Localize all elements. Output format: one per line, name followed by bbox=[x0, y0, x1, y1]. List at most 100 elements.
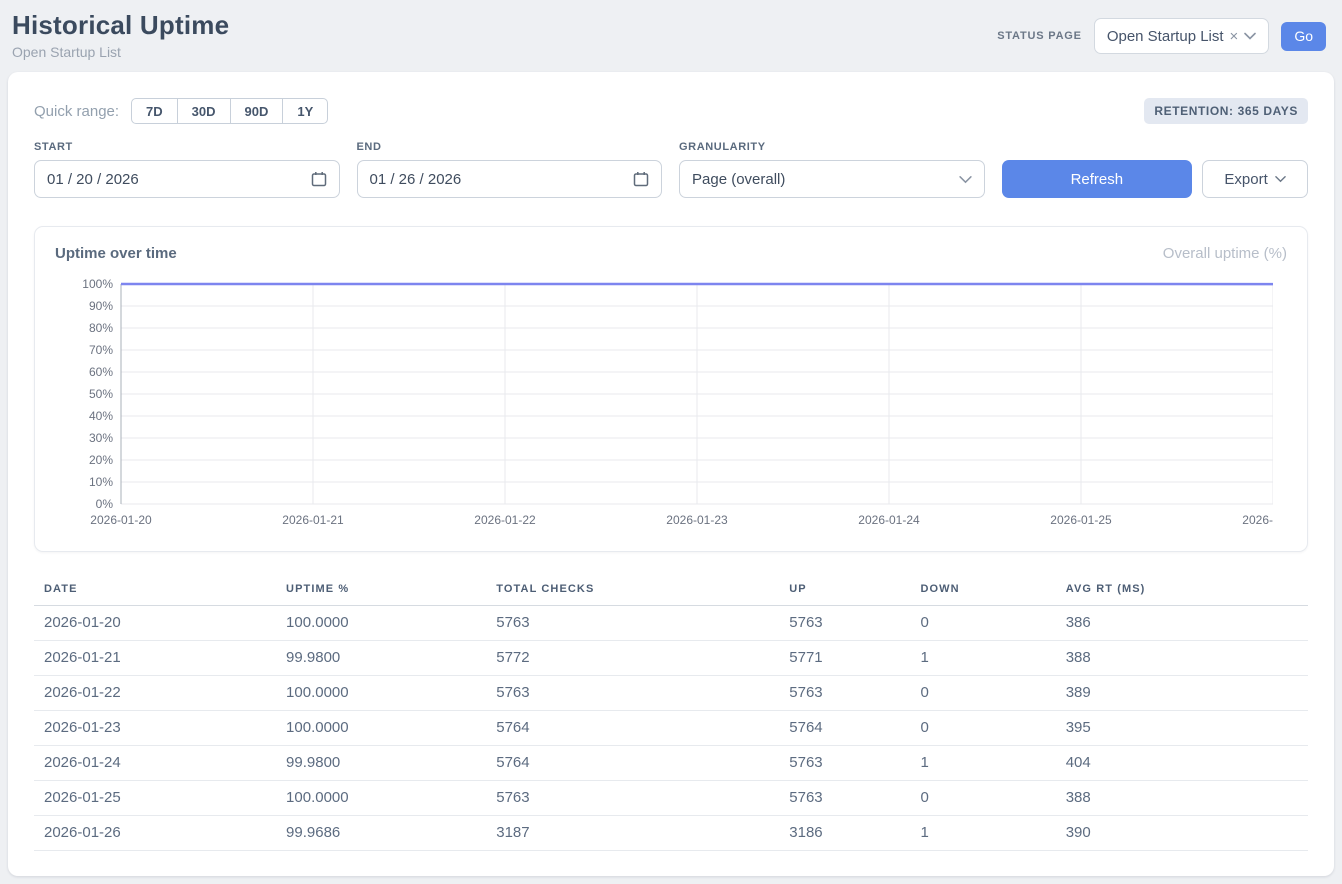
table-cell: 388 bbox=[1056, 641, 1308, 676]
page-subtitle: Open Startup List bbox=[12, 44, 229, 60]
svg-text:90%: 90% bbox=[89, 299, 113, 313]
svg-text:0%: 0% bbox=[96, 497, 114, 511]
granularity-selected-value: Page (overall) bbox=[692, 171, 785, 188]
clear-selection-icon[interactable]: × bbox=[1230, 28, 1239, 45]
start-date-input[interactable]: 01 / 20 / 2026 bbox=[34, 160, 340, 198]
chart-title: Uptime over time bbox=[55, 245, 177, 262]
table-cell: 2026-01-25 bbox=[34, 781, 276, 816]
table-cell: 5763 bbox=[779, 676, 910, 711]
svg-text:80%: 80% bbox=[89, 321, 113, 335]
quick-range-1y-button[interactable]: 1Y bbox=[282, 98, 328, 124]
svg-text:2026-01-26: 2026-01-26 bbox=[1242, 513, 1273, 527]
retention-badge: RETENTION: 365 DAYS bbox=[1144, 98, 1308, 124]
refresh-button[interactable]: Refresh bbox=[1002, 160, 1193, 198]
page-title: Historical Uptime bbox=[12, 10, 229, 41]
svg-text:60%: 60% bbox=[89, 365, 113, 379]
table-cell: 404 bbox=[1056, 746, 1308, 781]
table-cell: 5763 bbox=[779, 781, 910, 816]
table-row: 2026-01-2699.9686318731861390 bbox=[34, 816, 1308, 851]
quick-range-30d-button[interactable]: 30D bbox=[177, 98, 231, 124]
quick-range-label: Quick range: bbox=[34, 103, 119, 120]
calendar-icon[interactable] bbox=[311, 171, 327, 187]
svg-text:30%: 30% bbox=[89, 431, 113, 445]
granularity-label: GRANULARITY bbox=[679, 141, 985, 153]
end-date-input[interactable]: 01 / 26 / 2026 bbox=[357, 160, 663, 198]
table-row: 2026-01-2199.9800577257711388 bbox=[34, 641, 1308, 676]
table-cell: 2026-01-20 bbox=[34, 606, 276, 641]
filters-row: START 01 / 20 / 2026 END 01 / 26 / 2026 … bbox=[34, 141, 1308, 198]
header-right: STATUS PAGE Open Startup List × Go bbox=[997, 18, 1326, 54]
column-header: AVG RT (MS) bbox=[1056, 574, 1308, 606]
table-cell: 1 bbox=[910, 641, 1055, 676]
quick-range-90d-button[interactable]: 90D bbox=[230, 98, 284, 124]
table-cell: 5764 bbox=[486, 746, 779, 781]
svg-text:2026-01-21: 2026-01-21 bbox=[282, 513, 344, 527]
chart-header: Uptime over time Overall uptime (%) bbox=[55, 245, 1287, 262]
table-cell: 390 bbox=[1056, 816, 1308, 851]
chevron-down-icon bbox=[959, 175, 972, 184]
column-header: TOTAL CHECKS bbox=[486, 574, 779, 606]
table-cell: 395 bbox=[1056, 711, 1308, 746]
quick-range-group: Quick range: 7D30D90D1Y bbox=[34, 98, 328, 124]
uptime-chart-card: Uptime over time Overall uptime (%) 0% 10… bbox=[34, 226, 1308, 552]
start-date-field-group: START 01 / 20 / 2026 bbox=[34, 141, 340, 198]
table-cell: 5764 bbox=[486, 711, 779, 746]
go-button[interactable]: Go bbox=[1281, 22, 1326, 51]
svg-text:2026-01-25: 2026-01-25 bbox=[1050, 513, 1112, 527]
table-row: 2026-01-25100.0000576357630388 bbox=[34, 781, 1308, 816]
title-block: Historical Uptime Open Startup List bbox=[12, 10, 229, 60]
table-cell: 100.0000 bbox=[276, 606, 486, 641]
start-date-value: 01 / 20 / 2026 bbox=[47, 171, 139, 188]
table-cell: 5763 bbox=[779, 746, 910, 781]
table-cell: 100.0000 bbox=[276, 711, 486, 746]
table-cell: 2026-01-21 bbox=[34, 641, 276, 676]
table-cell: 5763 bbox=[486, 676, 779, 711]
uptime-line-chart: 0%10%20%30%40%50%60%70%80%90%100%2026-01… bbox=[55, 276, 1273, 532]
table-cell: 99.9686 bbox=[276, 816, 486, 851]
column-header: UPTIME % bbox=[276, 574, 486, 606]
page-header: Historical Uptime Open Startup List STAT… bbox=[0, 0, 1342, 72]
table-cell: 5764 bbox=[779, 711, 910, 746]
table-row: 2026-01-23100.0000576457640395 bbox=[34, 711, 1308, 746]
svg-text:2026-01-20: 2026-01-20 bbox=[90, 513, 152, 527]
svg-text:40%: 40% bbox=[89, 409, 113, 423]
status-page-select[interactable]: Open Startup List × bbox=[1094, 18, 1270, 54]
table-header-row: DATEUPTIME %TOTAL CHECKSUPDOWNAVG RT (MS… bbox=[34, 574, 1308, 606]
main-panel: Quick range: 7D30D90D1Y RETENTION: 365 D… bbox=[8, 72, 1334, 876]
export-button[interactable]: Export bbox=[1202, 160, 1308, 198]
table-row: 2026-01-20100.0000576357630386 bbox=[34, 606, 1308, 641]
table-cell: 0 bbox=[910, 676, 1055, 711]
svg-text:50%: 50% bbox=[89, 387, 113, 401]
end-date-field-group: END 01 / 26 / 2026 bbox=[357, 141, 663, 198]
column-header: DATE bbox=[34, 574, 276, 606]
table-cell: 2026-01-24 bbox=[34, 746, 276, 781]
table-cell: 5763 bbox=[486, 606, 779, 641]
svg-text:2026-01-24: 2026-01-24 bbox=[858, 513, 920, 527]
table-cell: 99.9800 bbox=[276, 746, 486, 781]
table-cell: 99.9800 bbox=[276, 641, 486, 676]
table-cell: 2026-01-23 bbox=[34, 711, 276, 746]
granularity-select[interactable]: Page (overall) bbox=[679, 160, 985, 198]
svg-text:10%: 10% bbox=[89, 475, 113, 489]
quick-range-7d-button[interactable]: 7D bbox=[131, 98, 178, 124]
status-page-selected-value: Open Startup List bbox=[1107, 28, 1224, 45]
table-cell: 386 bbox=[1056, 606, 1308, 641]
table-cell: 1 bbox=[910, 746, 1055, 781]
end-date-value: 01 / 26 / 2026 bbox=[370, 171, 462, 188]
quick-range-row: Quick range: 7D30D90D1Y RETENTION: 365 D… bbox=[34, 98, 1308, 124]
table-cell: 3187 bbox=[486, 816, 779, 851]
granularity-field-group: GRANULARITY Page (overall) bbox=[679, 141, 985, 198]
start-label: START bbox=[34, 141, 340, 153]
svg-text:20%: 20% bbox=[89, 453, 113, 467]
table-cell: 5771 bbox=[779, 641, 910, 676]
chevron-down-icon bbox=[1244, 32, 1256, 40]
end-label: END bbox=[357, 141, 663, 153]
table-cell: 5763 bbox=[779, 606, 910, 641]
table-cell: 389 bbox=[1056, 676, 1308, 711]
table-cell: 0 bbox=[910, 781, 1055, 816]
svg-text:70%: 70% bbox=[89, 343, 113, 357]
table-row: 2026-01-2499.9800576457631404 bbox=[34, 746, 1308, 781]
table-cell: 388 bbox=[1056, 781, 1308, 816]
calendar-icon[interactable] bbox=[633, 171, 649, 187]
column-header: UP bbox=[779, 574, 910, 606]
